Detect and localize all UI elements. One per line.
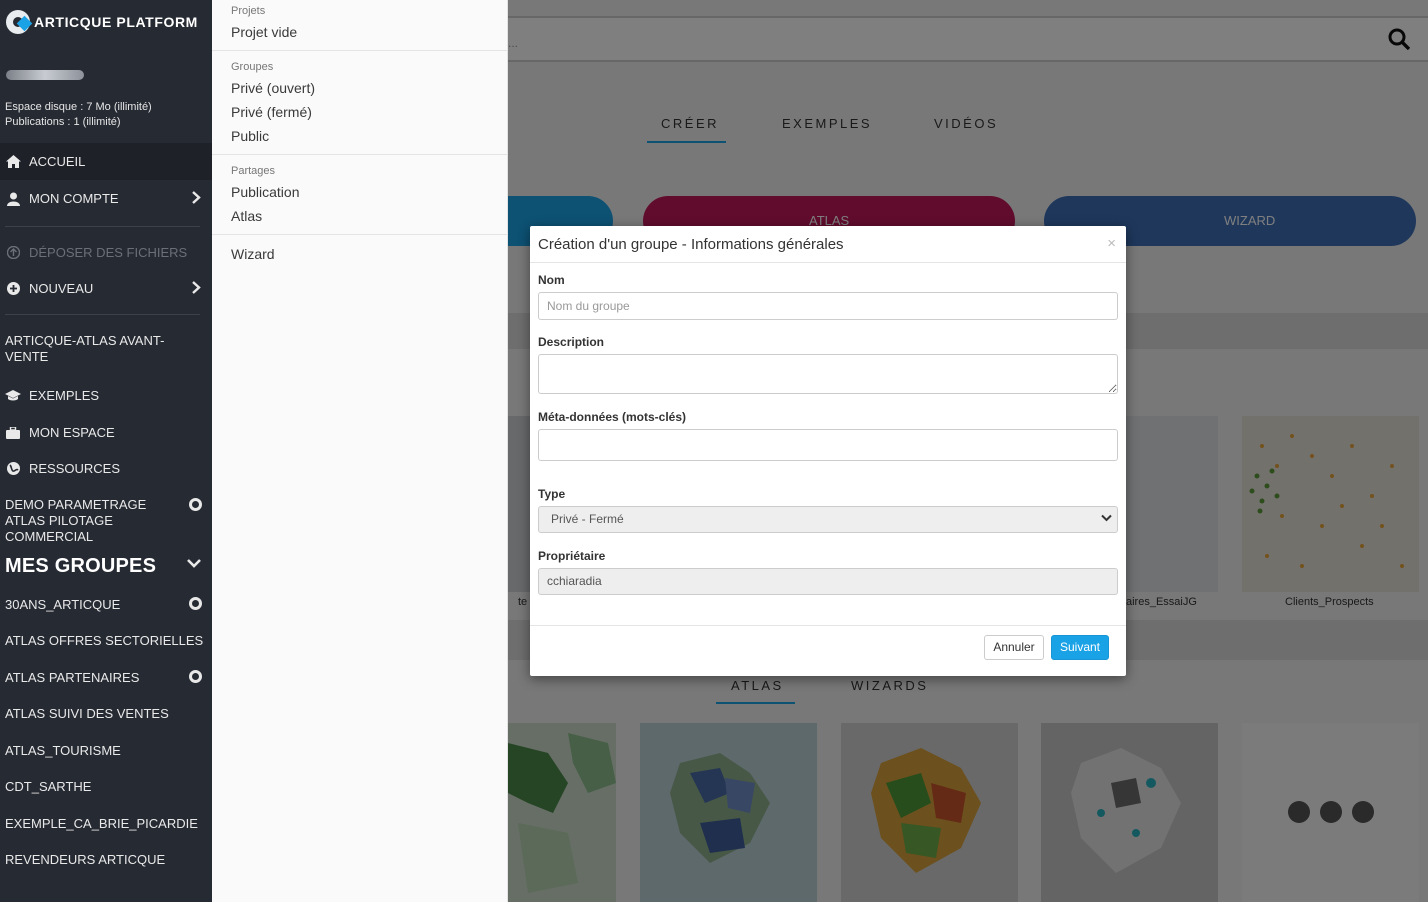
modal-title: Création d'un groupe - Informations géné… bbox=[538, 236, 844, 253]
select-caret-icon bbox=[1101, 507, 1112, 532]
group-label: ATLAS_TOURISME bbox=[5, 742, 121, 758]
cancel-button[interactable]: Annuler bbox=[984, 635, 1044, 660]
graduation-cap-icon bbox=[5, 389, 21, 403]
type-selected-value: Privé - Fermé bbox=[551, 512, 624, 526]
sidebar-item-label: ACCUEIL bbox=[29, 154, 86, 169]
menu-category-partages: Partages bbox=[231, 165, 276, 177]
app-logo[interactable]: ARTICQUE PLATFORM bbox=[6, 10, 198, 34]
sidebar-item-mon-compte[interactable]: MON COMPTE bbox=[0, 180, 212, 217]
sidebar-item-nouveau[interactable]: NOUVEAU bbox=[0, 270, 212, 307]
group-label: EXEMPLE_CA_BRIE_PICARDIE bbox=[5, 815, 198, 831]
app-name: ARTICQUE PLATFORM bbox=[34, 14, 198, 30]
new-menu-panel: Projets Projet vide Groupes Privé (ouver… bbox=[212, 0, 508, 902]
menu-separator bbox=[212, 50, 508, 51]
sidebar-divider bbox=[5, 226, 200, 227]
owner-label: Propriétaire bbox=[538, 549, 606, 563]
sidebar-group-item[interactable]: ATLAS SUIVI DES VENTES bbox=[0, 695, 212, 732]
type-label: Type bbox=[538, 487, 566, 501]
sidebar-item-label: RESSOURCES bbox=[29, 461, 121, 476]
menu-item-projet-vide[interactable]: Projet vide bbox=[231, 24, 297, 40]
sidebar-group-item[interactable]: 30ANS_ARTICQUE bbox=[0, 586, 212, 622]
meta-label: Méta-données (mots-clés) bbox=[538, 410, 687, 424]
group-label: REVENDEURS ARTICQUE bbox=[5, 852, 166, 867]
sidebar-divider bbox=[5, 314, 200, 315]
description-textarea[interactable] bbox=[538, 354, 1118, 394]
menu-category-projets: Projets bbox=[231, 5, 266, 17]
group-label: 30ANS_ARTICQUE bbox=[5, 596, 121, 612]
home-icon bbox=[5, 155, 21, 169]
sidebar-item-label: MON COMPTE bbox=[29, 191, 119, 206]
sidebar-group-item[interactable]: ATLAS_TOURISME bbox=[0, 732, 212, 768]
account-quota: Espace disque : 7 Mo (illimité) Publicat… bbox=[5, 100, 152, 130]
create-group-modal: Création d'un groupe - Informations géné… bbox=[530, 226, 1126, 676]
sidebar-item-label: DEMO PARAMETRAGE ATLAS PILOTAGE COMMERCI… bbox=[5, 497, 147, 544]
upload-icon bbox=[5, 245, 21, 259]
next-button[interactable]: Suivant bbox=[1051, 635, 1109, 660]
sidebar-item-exemples[interactable]: EXEMPLES bbox=[0, 377, 212, 414]
owner-value: cchiaradia bbox=[547, 574, 602, 588]
menu-separator bbox=[212, 234, 508, 235]
plus-circle-icon bbox=[5, 282, 21, 296]
owner-field: cchiaradia bbox=[538, 568, 1118, 595]
description-label: Description bbox=[538, 335, 605, 349]
chevron-right-icon bbox=[192, 190, 201, 207]
menu-item-prive-ouvert[interactable]: Privé (ouvert) bbox=[231, 80, 315, 96]
sidebar-item-accueil[interactable]: ACCUEIL bbox=[0, 143, 212, 180]
sidebar-group-item[interactable]: ATLAS PARTENAIRES bbox=[0, 659, 212, 695]
disk-space-text: Espace disque : 7 Mo (illimité) bbox=[5, 101, 152, 113]
sidebar-item-atlas-avant-vente[interactable]: ARTICQUE-ATLAS AVANT-VENTE bbox=[0, 333, 180, 365]
globe-icon bbox=[5, 462, 21, 476]
group-label: ATLAS SUIVI DES VENTES bbox=[5, 706, 169, 721]
sidebar-group-item[interactable]: REVENDEURS ARTICQUE bbox=[0, 841, 212, 878]
sidebar-item-label: NOUVEAU bbox=[29, 281, 94, 296]
menu-item-atlas[interactable]: Atlas bbox=[231, 208, 262, 224]
sidebar-item-ressources[interactable]: RESSOURCES bbox=[0, 450, 212, 487]
sidebar-item-mon-espace[interactable]: MON ESPACE bbox=[0, 414, 212, 451]
sidebar-group-item[interactable]: CDT_SARTHE bbox=[0, 768, 212, 805]
user-icon bbox=[5, 192, 21, 206]
keywords-input[interactable] bbox=[538, 429, 1118, 461]
close-icon[interactable]: × bbox=[1107, 235, 1116, 252]
sidebar-item-label: ARTICQUE-ATLAS AVANT-VENTE bbox=[5, 333, 165, 364]
group-label: ATLAS OFFRES SECTORIELLES bbox=[5, 633, 204, 648]
sidebar-item-deposer-fichiers: DÉPOSER DES FICHIERS bbox=[0, 234, 212, 270]
group-label: CDT_SARTHE bbox=[5, 779, 92, 794]
sidebar-item-label: DÉPOSER DES FICHIERS bbox=[29, 244, 188, 260]
gear-icon[interactable] bbox=[189, 597, 202, 610]
gear-icon[interactable] bbox=[189, 670, 202, 683]
menu-item-wizard[interactable]: Wizard bbox=[231, 246, 275, 262]
my-groups-heading: MES GROUPES bbox=[5, 555, 157, 577]
group-name-input[interactable] bbox=[538, 292, 1118, 320]
sidebar-item-demo-parametrage[interactable]: DEMO PARAMETRAGE ATLAS PILOTAGE COMMERCI… bbox=[0, 497, 212, 545]
modal-footer-divider bbox=[530, 625, 1126, 626]
chevron-down-icon[interactable] bbox=[187, 556, 201, 572]
user-name-blurred bbox=[6, 70, 84, 80]
menu-item-publication[interactable]: Publication bbox=[231, 184, 300, 200]
menu-item-public[interactable]: Public bbox=[231, 128, 269, 144]
sidebar-group-item[interactable]: ATLAS OFFRES SECTORIELLES bbox=[0, 622, 212, 659]
type-select[interactable]: Privé - Fermé bbox=[538, 506, 1118, 533]
group-label: ATLAS PARTENAIRES bbox=[5, 669, 140, 685]
menu-item-prive-ferme[interactable]: Privé (fermé) bbox=[231, 104, 312, 120]
sidebar-item-label: EXEMPLES bbox=[29, 388, 100, 403]
publications-text: Publications : 1 (illimité) bbox=[5, 116, 121, 128]
briefcase-icon bbox=[5, 426, 21, 440]
name-label: Nom bbox=[538, 273, 565, 287]
articque-logo-icon bbox=[6, 10, 30, 34]
sidebar: ARTICQUE PLATFORM Espace disque : 7 Mo (… bbox=[0, 0, 212, 902]
menu-category-groupes: Groupes bbox=[231, 61, 274, 73]
chevron-right-icon bbox=[192, 280, 201, 297]
modal-header-divider bbox=[530, 262, 1126, 263]
menu-separator bbox=[212, 154, 508, 155]
sidebar-item-label: MON ESPACE bbox=[29, 425, 115, 440]
sidebar-group-item[interactable]: EXEMPLE_CA_BRIE_PICARDIE bbox=[0, 805, 212, 841]
gear-icon[interactable] bbox=[189, 498, 202, 511]
